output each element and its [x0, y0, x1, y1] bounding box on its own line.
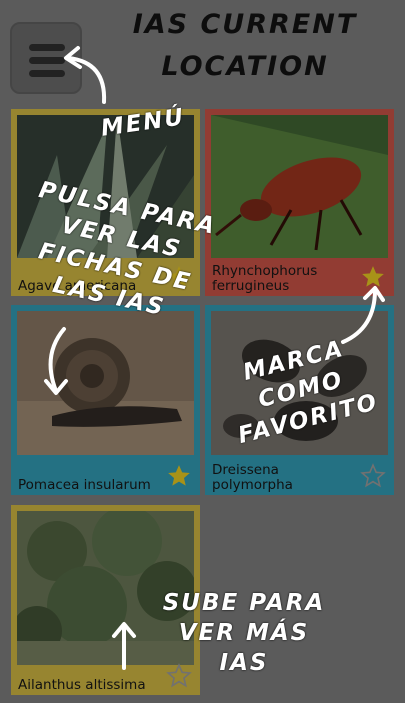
- curved-arrow-icon: [64, 46, 107, 104]
- curved-arrow-icon: [44, 327, 68, 395]
- hint-scroll: SUBE PARA VER MÁS IAS: [162, 590, 326, 676]
- curved-arrow-icon: [341, 286, 385, 344]
- up-arrow-icon: [112, 622, 136, 670]
